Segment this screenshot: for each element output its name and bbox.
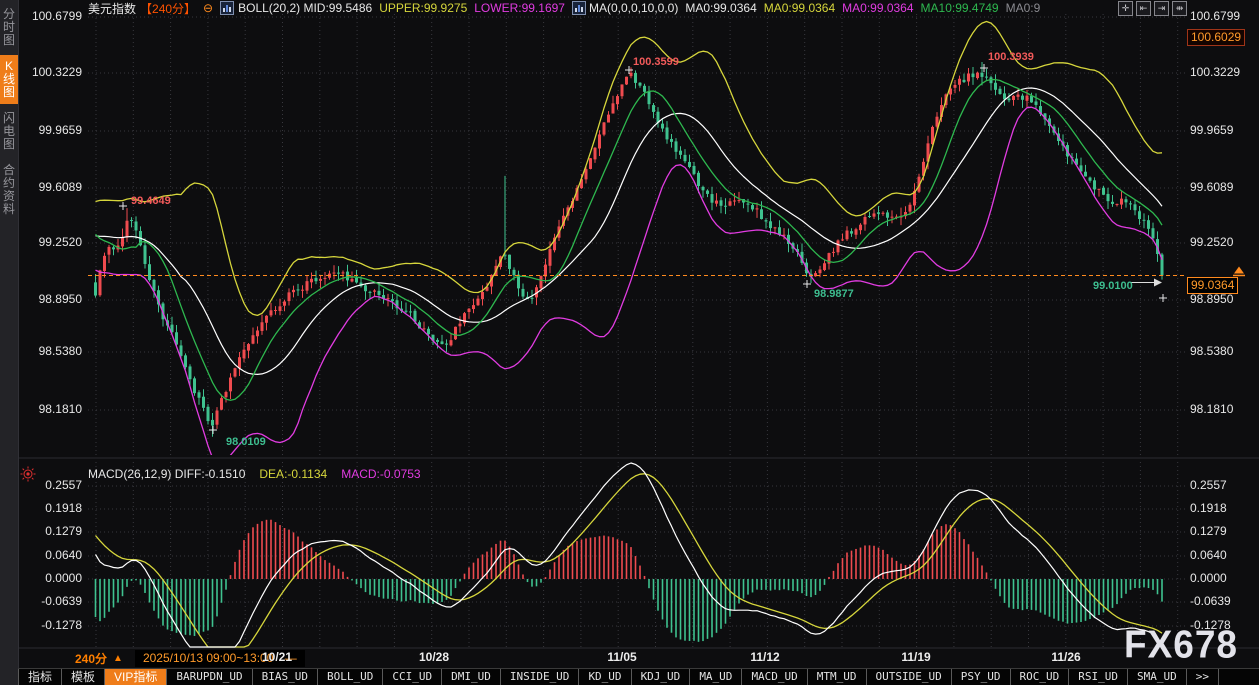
x-axis-date-label: 11/19 (894, 650, 938, 664)
price-tick-label: 98.5380 (18, 344, 82, 358)
price-tick-label: 100.3229 (18, 65, 82, 79)
price-annotation: 100.3599 (633, 56, 679, 68)
toolbar-tab-boll[interactable]: BOLL_UD (318, 669, 383, 685)
toolbar-tab-inside[interactable]: INSIDE_UD (501, 669, 580, 685)
macd-alert-icon[interactable] (20, 466, 36, 482)
session-high-badge: 100.6029 (1187, 29, 1245, 46)
x-axis-row: 240分 ▲ 2025/10/13 09:00~13:00 — 10/2110/… (18, 648, 1259, 668)
macd-dea-label: DEA:-0.1134 (259, 467, 327, 481)
ma0-gray-label: MA0:9 (1006, 1, 1041, 15)
price-tick-label: 98.1810 (18, 402, 82, 416)
period-label: 【240分】 (140, 0, 196, 17)
macd-bar-label: MACD:-0.0753 (341, 467, 420, 481)
macd-tick-label: 0.0640 (1190, 548, 1256, 562)
price-annotation: 99.4649 (131, 195, 171, 207)
boll-indicator-icon[interactable] (220, 1, 234, 15)
toolbar-tab-sma[interactable]: SMA_UD (1128, 669, 1187, 685)
ma-group-label: MA(0,0,0,10,0,0) (589, 1, 678, 15)
toolbar-tab-rsi[interactable]: RSI_UD (1069, 669, 1128, 685)
pan-right-icon[interactable]: ⇻ (1172, 1, 1187, 16)
boll-upper-label: UPPER:99.9275 (379, 1, 467, 15)
zoom-right-icon[interactable]: ⇥ (1154, 1, 1169, 16)
ma0-magenta-label: MA0:99.0364 (842, 1, 913, 15)
price-tick-label: 98.8950 (18, 292, 82, 306)
price-tick-label: 100.6799 (18, 9, 82, 23)
toolbar-tab-outside[interactable]: OUTSIDE_UD (867, 669, 952, 685)
price-tick-label: 98.1810 (1190, 402, 1256, 416)
price-annotation: 98.9877 (814, 288, 854, 300)
macd-tick-label: -0.1278 (18, 618, 82, 632)
price-tick-label: 99.2520 (18, 235, 82, 249)
x-axis-date-label: 11/05 (600, 650, 644, 664)
macd-tick-label: 0.1918 (18, 501, 82, 515)
toolbar-tab-ma[interactable]: MA_UD (690, 669, 742, 685)
sidebar-item-contract-info[interactable]: 合约资料 (0, 159, 18, 221)
left-sidebar: 分时图 K线图闪电图合约资料 (0, 0, 19, 685)
toolbar-tab-cci[interactable]: CCI_UD (383, 669, 442, 685)
price-tick-label: 98.5380 (1190, 344, 1256, 358)
sidebar-item-kline-chart[interactable]: K线图 (0, 55, 18, 104)
macd-tick-label: 0.0000 (1190, 571, 1256, 585)
chart-canvas[interactable] (0, 0, 1259, 685)
macd-tick-label: 0.0640 (18, 548, 82, 562)
price-annotation: 100.3939 (988, 51, 1034, 63)
macd-title: MACD(26,12,9) DIFF:-0.1510 (88, 467, 245, 481)
current-price-badge: 99.0364 (1187, 277, 1238, 294)
macd-tick-label: 0.0000 (18, 571, 82, 585)
toolbar-tab-kd[interactable]: KD_UD (579, 669, 631, 685)
price-tick-label: 100.3229 (1190, 65, 1256, 79)
x-axis-date-label: 10/28 (412, 650, 456, 664)
sidebar-item-time-chart[interactable]: 分时图 (0, 3, 18, 52)
macd-tick-label: 0.1279 (1190, 524, 1256, 538)
x-axis-date-label: 11/26 (1044, 650, 1088, 664)
indicator-header: 美元指数 【240分】 ⊖ BOLL(20,2) MID:99.5486 UPP… (88, 0, 1259, 16)
ma0-white-label: MA0:99.0364 (685, 1, 756, 15)
price-tick-label: 99.6089 (18, 180, 82, 194)
x-axis-date-label: 10/21 (255, 650, 299, 664)
toolbar-tab-macd[interactable]: MACD_UD (742, 669, 807, 685)
x-axis-date-label: 11/12 (743, 650, 787, 664)
zoom-left-icon[interactable]: ⇤ (1136, 1, 1151, 16)
sidebar-item-flash-chart[interactable]: 闪电图 (0, 107, 18, 156)
boll-label: BOLL(20,2) MID:99.5486 (238, 1, 372, 15)
collapse-icon[interactable]: ⊖ (203, 1, 213, 15)
toolbar-tab-vip-indicators[interactable]: VIP指标 (105, 669, 167, 685)
macd-tick-label: 0.1918 (1190, 501, 1256, 515)
toolbar-tab-more[interactable]: >> (1187, 669, 1219, 685)
symbol-name: 美元指数 (88, 0, 136, 17)
toolbar-tab-barupdn[interactable]: BARUPDN_UD (167, 669, 252, 685)
ma10-label: MA10:99.4749 (921, 1, 999, 15)
toolbar-tab-roc[interactable]: ROC_UD (1011, 669, 1070, 685)
toolbar-tab-psy[interactable]: PSY_UD (952, 669, 1011, 685)
crosshair-icon[interactable]: ✛ (1118, 1, 1133, 16)
period-badge[interactable]: 240分 (75, 650, 107, 667)
price-tick-label: 99.6089 (1190, 180, 1256, 194)
toolbar-tab-templates[interactable]: 模板 (62, 669, 105, 685)
macd-tick-label: 0.1279 (18, 524, 82, 538)
bottom-toolbar: 指标模板VIP指标BARUPDN_UDBIAS_UDBOLL_UDCCI_UDD… (18, 668, 1259, 685)
price-annotation: 98.0109 (226, 436, 266, 448)
toolbar-tab-bias[interactable]: BIAS_UD (253, 669, 318, 685)
ma0-yellow-label: MA0:99.0364 (764, 1, 835, 15)
date-range-label: 2025/10/13 09:00~13:00 (143, 651, 273, 665)
toolbar-tab-dmi[interactable]: DMI_UD (442, 669, 501, 685)
period-up-arrow-icon[interactable]: ▲ (113, 653, 123, 664)
ma-indicator-icon[interactable] (572, 1, 586, 15)
price-tick-label: 99.9659 (18, 123, 82, 137)
price-tick-label: 99.9659 (1190, 123, 1256, 137)
macd-tick-label: -0.0639 (1190, 594, 1256, 608)
macd-header: MACD(26,12,9) DIFF:-0.1510 DEA:-0.1134 M… (88, 467, 421, 481)
macd-tick-label: -0.0639 (18, 594, 82, 608)
boll-lower-label: LOWER:99.1697 (474, 1, 565, 15)
fx678-logo: FX678 (1124, 623, 1238, 667)
chart-tools: ✛ ⇤ ⇥ ⇻ (1118, 1, 1187, 16)
price-annotation: 99.0100 (1093, 280, 1133, 292)
trading-app: 100.6799100.6799100.3229100.322999.96599… (0, 0, 1259, 685)
macd-tick-label: 0.2557 (1190, 478, 1256, 492)
toolbar-tab-kdj[interactable]: KDJ_UD (632, 669, 691, 685)
toolbar-tab-indicators[interactable]: 指标 (18, 669, 62, 685)
price-tick-label: 99.2520 (1190, 235, 1256, 249)
toolbar-tab-mtm[interactable]: MTM_UD (808, 669, 867, 685)
